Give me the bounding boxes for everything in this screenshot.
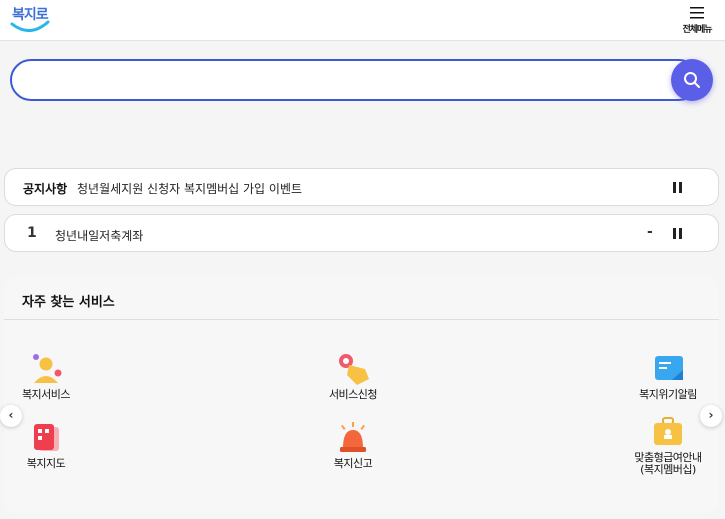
person-icon (33, 354, 62, 383)
service-item-welfare-report[interactable]: 복지신고 (298, 420, 408, 470)
service-label-sub: (복지멤버십) (640, 463, 696, 476)
logo[interactable]: 복지로 (10, 4, 50, 36)
service-item-crisis-alert[interactable]: 복지위기알림 (613, 351, 723, 401)
hamburger-icon (690, 7, 704, 19)
frequent-services-panel: 자주 찾는 서비스 복지서비스 서비스신청 복지위기알림 복지지도 복지신고 맞… (4, 276, 719, 514)
popular-keyword-bar[interactable]: 1 청년내일저축계좌 - (4, 214, 719, 252)
keyword-change: - (647, 224, 653, 240)
carousel-prev-button[interactable]: ‹ (0, 405, 22, 427)
keyword-text[interactable]: 청년내일저축계좌 (55, 227, 143, 244)
briefcase-icon (654, 417, 682, 445)
service-item-welfare-map[interactable]: 복지지도 (0, 420, 101, 470)
chevron-right-icon: › (708, 408, 714, 422)
all-menu-button[interactable]: 전체메뉴 (677, 4, 717, 36)
services-title: 자주 찾는 서비스 (22, 295, 115, 310)
service-label: 복지위기알림 (639, 388, 697, 401)
notice-bar[interactable]: 공지사항 청년월세지원 신청자 복지멤버십 가입 이벤트 (4, 168, 719, 206)
service-label: 복지지도 (26, 457, 66, 470)
carousel-next-button[interactable]: › (700, 405, 722, 427)
banner-space (0, 120, 725, 165)
service-label: 복지신고 (333, 457, 373, 470)
siren-icon (340, 422, 366, 452)
message-card-icon (655, 356, 683, 380)
search-button[interactable] (671, 59, 713, 101)
header: 복지로 전체메뉴 (0, 0, 725, 41)
notice-title: 공지사항 (23, 182, 68, 196)
service-label: 서비스신청 (328, 388, 378, 401)
search-input[interactable] (10, 59, 700, 101)
pause-icon[interactable] (673, 182, 683, 193)
search-bar (10, 59, 713, 101)
hand-click-icon (339, 354, 369, 385)
search-icon (684, 72, 700, 88)
logo-smile-icon (10, 20, 50, 32)
all-menu-label: 전체메뉴 (682, 25, 712, 35)
service-label: 복지서비스 (21, 388, 71, 401)
divider (4, 319, 719, 320)
map-grid-icon (34, 424, 59, 451)
service-item-service-apply[interactable]: 서비스신청 (298, 351, 408, 401)
chevron-left-icon: ‹ (8, 408, 14, 422)
keyword-rank: 1 (27, 225, 37, 241)
service-item-welfare-service[interactable]: 복지서비스 (0, 351, 101, 401)
notice-text[interactable]: 청년월세지원 신청자 복지멤버십 가입 이벤트 (77, 180, 302, 197)
pause-icon[interactable] (673, 228, 683, 239)
